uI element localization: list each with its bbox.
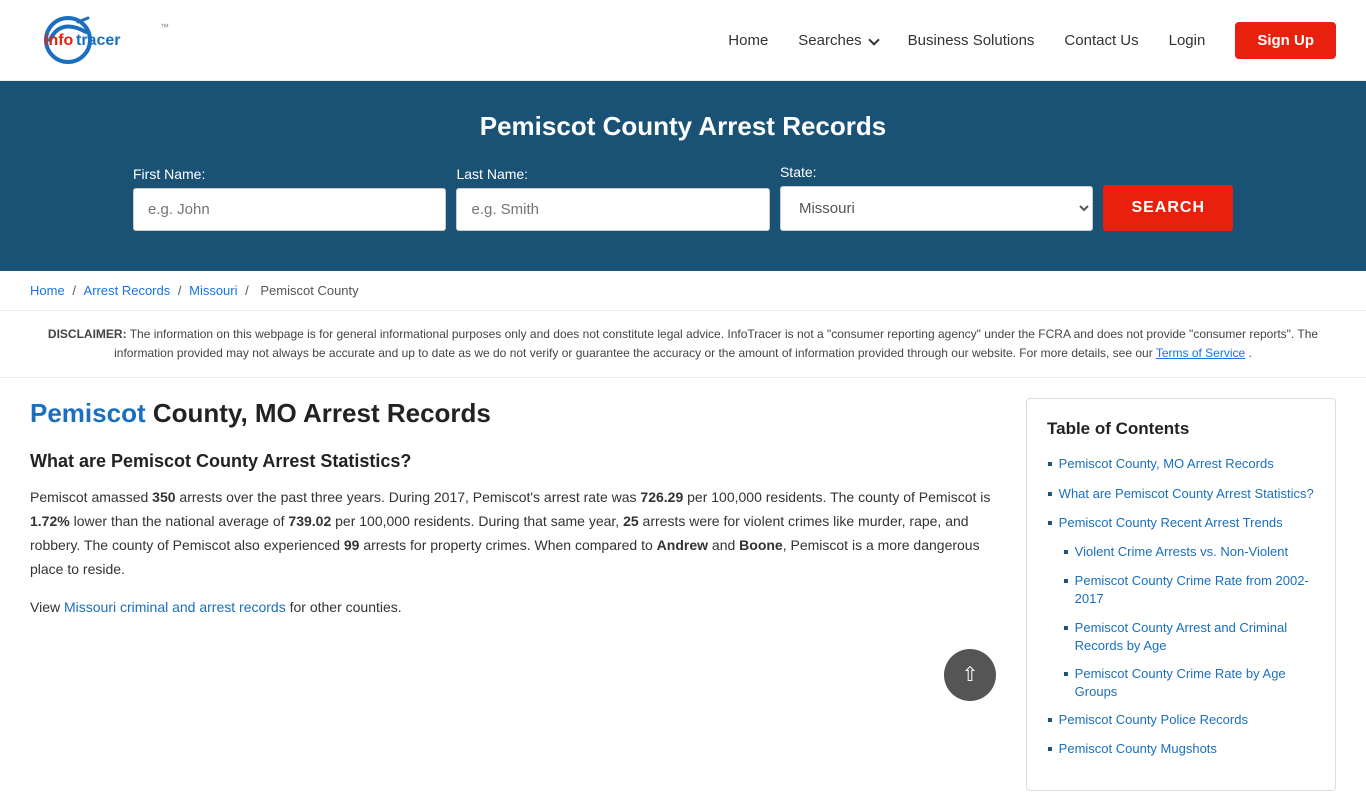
breadcrumb-home[interactable]: Home	[30, 283, 65, 298]
property-count: 99	[344, 537, 360, 553]
breadcrumb-sep2: /	[178, 283, 185, 298]
first-name-input[interactable]	[133, 188, 446, 231]
last-name-group: Last Name:	[456, 166, 769, 231]
toc-item: Pemiscot County Mugshots	[1047, 740, 1315, 759]
header: info tracer ™ Home Searches Business Sol…	[0, 0, 1366, 81]
toc-item: Pemiscot County Crime Rate from 2002-201…	[1047, 572, 1315, 608]
nav-signup-button[interactable]: Sign Up	[1235, 22, 1336, 59]
chevron-down-icon	[868, 34, 879, 45]
toc-item: Pemiscot County Recent Arrest Trends	[1047, 514, 1315, 533]
svg-text:tracer: tracer	[76, 32, 120, 49]
toc-item: Pemiscot County Police Records	[1047, 711, 1315, 730]
breadcrumb-sep3: /	[245, 283, 252, 298]
p1-mid4: per 100,000 residents. During that same …	[331, 513, 623, 529]
search-button[interactable]: SEARCH	[1103, 185, 1233, 231]
first-name-group: First Name:	[133, 166, 446, 231]
state-select[interactable]: AlabamaAlaskaArizonaArkansasCaliforniaCo…	[780, 186, 1093, 231]
stats-heading: What are Pemiscot County Arrest Statisti…	[30, 451, 996, 472]
toc-link[interactable]: Pemiscot County Crime Rate from 2002-201…	[1075, 572, 1315, 608]
scroll-top-button[interactable]: ⇧	[944, 649, 996, 701]
toc-item: What are Pemiscot County Arrest Statisti…	[1047, 485, 1315, 504]
last-name-input[interactable]	[456, 188, 769, 231]
first-name-label: First Name:	[133, 166, 205, 182]
article: Pemiscot County, MO Arrest Records What …	[30, 398, 1026, 701]
disclaimer-tos-end: .	[1249, 346, 1252, 360]
article-title-rest: County, MO Arrest Records	[146, 398, 491, 428]
article-paragraph1: Pemiscot amassed 350 arrests over the pa…	[30, 486, 996, 581]
disclaimer-label: DISCLAIMER:	[48, 327, 127, 341]
toc-list: Pemiscot County, MO Arrest Records What a…	[1047, 455, 1315, 759]
toc-link[interactable]: Violent Crime Arrests vs. Non-Violent	[1075, 543, 1288, 561]
toc-link[interactable]: Pemiscot County Police Records	[1059, 711, 1248, 729]
nav-contact-us[interactable]: Contact Us	[1064, 32, 1138, 49]
nav-home[interactable]: Home	[728, 32, 768, 49]
main-nav: Home Searches Business Solutions Contact…	[728, 22, 1336, 59]
breadcrumb-arrest-records[interactable]: Arrest Records	[84, 283, 171, 298]
violent-count: 25	[623, 513, 639, 529]
article-title-highlight: Pemiscot	[30, 398, 146, 428]
article-view-paragraph: View Missouri criminal and arrest record…	[30, 596, 996, 620]
p1-mid3: lower than the national average of	[70, 513, 289, 529]
toc-item: Violent Crime Arrests vs. Non-Violent	[1047, 543, 1315, 562]
disclaimer: DISCLAIMER: The information on this webp…	[0, 311, 1366, 378]
p1-mid6: arrests for property crimes. When compar…	[359, 537, 656, 553]
toc-item: Pemiscot County, MO Arrest Records	[1047, 455, 1315, 474]
toc-link[interactable]: Pemiscot County Arrest and Criminal Reco…	[1075, 619, 1315, 655]
nav-searches[interactable]: Searches	[798, 32, 877, 49]
disclaimer-tos-link[interactable]: Terms of Service	[1156, 346, 1245, 360]
toc-link[interactable]: Pemiscot County Mugshots	[1059, 740, 1217, 758]
logo-area: info tracer ™	[30, 10, 190, 70]
logo: info tracer ™	[30, 10, 190, 70]
toc-heading: Table of Contents	[1047, 419, 1315, 439]
sidebar-toc: Table of Contents Pemiscot County, MO Ar…	[1026, 398, 1336, 790]
toc-link[interactable]: Pemiscot County, MO Arrest Records	[1059, 455, 1274, 473]
arrest-rate: 726.29	[640, 489, 683, 505]
hero-title: Pemiscot County Arrest Records	[20, 111, 1346, 142]
p1-mid2: per 100,000 residents. The county of Pem…	[683, 489, 990, 505]
breadcrumb-pemiscot: Pemiscot County	[260, 283, 358, 298]
article-title: Pemiscot County, MO Arrest Records	[30, 398, 996, 429]
view-end: for other counties.	[286, 599, 402, 615]
search-form: First Name: Last Name: State: AlabamaAla…	[133, 164, 1233, 231]
p1-mid1: arrests over the past three years. Durin…	[176, 489, 641, 505]
nav-business-solutions[interactable]: Business Solutions	[908, 32, 1035, 49]
national-avg: 739.02	[288, 513, 331, 529]
breadcrumb-missouri[interactable]: Missouri	[189, 283, 237, 298]
arrests-count: 350	[152, 489, 175, 505]
toc-link[interactable]: Pemiscot County Recent Arrest Trends	[1059, 514, 1283, 532]
nav-login[interactable]: Login	[1169, 32, 1206, 49]
state-group: State: AlabamaAlaskaArizonaArkansasCalif…	[780, 164, 1093, 231]
breadcrumb-sep1: /	[72, 283, 79, 298]
view-text: View	[30, 599, 64, 615]
hero-section: Pemiscot County Arrest Records First Nam…	[0, 81, 1366, 271]
lower-pct: 1.72%	[30, 513, 70, 529]
p1-compare-mid: and	[708, 537, 739, 553]
main-content: Pemiscot County, MO Arrest Records What …	[0, 378, 1366, 810]
p1-pre: Pemiscot amassed	[30, 489, 152, 505]
svg-text:™: ™	[160, 22, 169, 32]
compare2: Boone	[739, 537, 783, 553]
toc-link[interactable]: What are Pemiscot County Arrest Statisti…	[1059, 485, 1314, 503]
last-name-label: Last Name:	[456, 166, 528, 182]
toc-link[interactable]: Pemiscot County Crime Rate by Age Groups	[1075, 665, 1315, 701]
toc-item: Pemiscot County Crime Rate by Age Groups	[1047, 665, 1315, 701]
toc-item: Pemiscot County Arrest and Criminal Reco…	[1047, 619, 1315, 655]
compare1: Andrew	[657, 537, 708, 553]
svg-text:info: info	[44, 32, 74, 49]
breadcrumb: Home / Arrest Records / Missouri / Pemis…	[0, 271, 1366, 311]
disclaimer-text: The information on this webpage is for g…	[114, 327, 1318, 360]
view-records-link[interactable]: Missouri criminal and arrest records	[64, 599, 286, 615]
state-label: State:	[780, 164, 817, 180]
